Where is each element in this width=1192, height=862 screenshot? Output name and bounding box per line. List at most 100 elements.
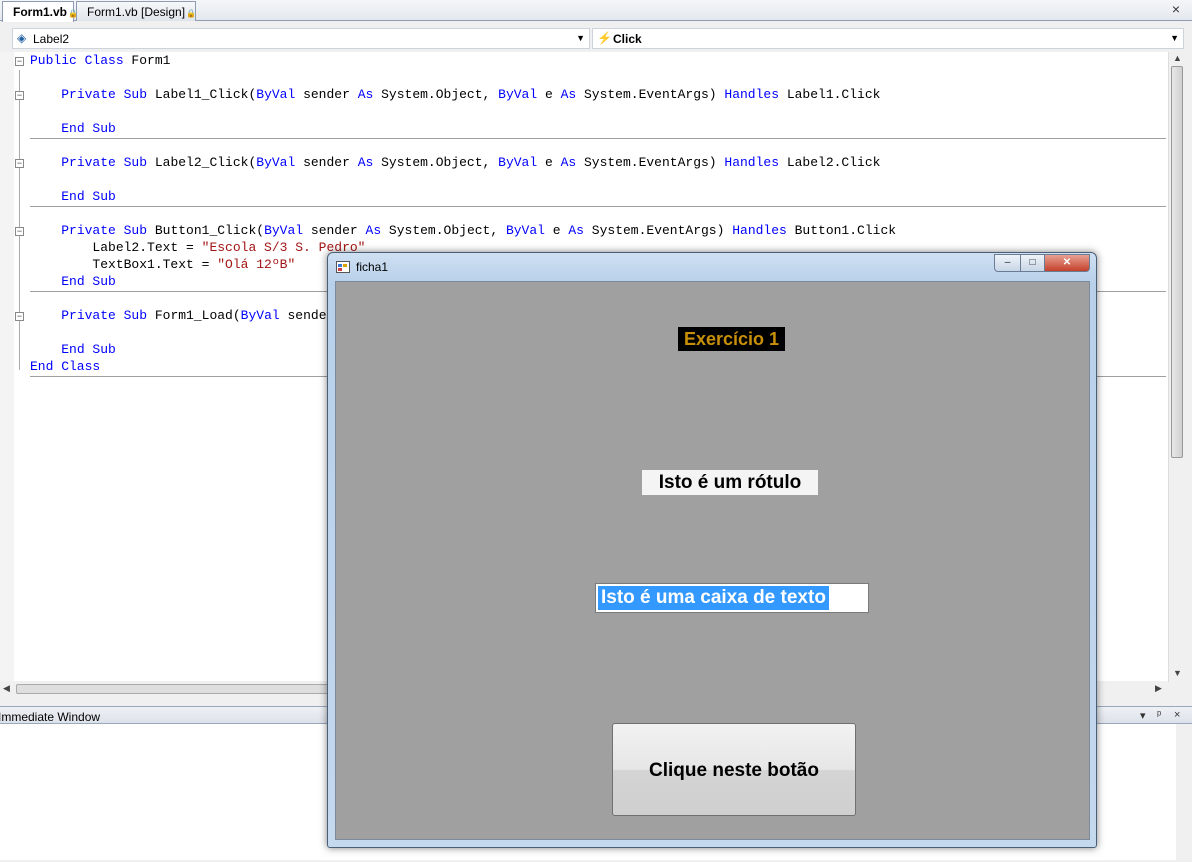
chevron-down-icon[interactable]: ▼ xyxy=(1170,33,1179,43)
code-line[interactable]: End Class xyxy=(30,358,100,375)
code-keyword: ByVal xyxy=(264,223,304,238)
code-text: Label2.Click xyxy=(779,155,881,170)
collapse-icon[interactable]: − xyxy=(15,227,24,236)
collapse-icon[interactable]: − xyxy=(15,159,24,168)
code-keyword: As xyxy=(560,87,577,102)
visual-studio-ide: Form1.vb🔒 Form1.vb [Design]🔒 × ◈ Label2 … xyxy=(0,0,1192,862)
form-window-ficha1[interactable]: ficha1 – □ ✕ Exercício 1 Isto é um rótul… xyxy=(327,252,1097,848)
code-keyword: Public Class xyxy=(30,53,124,68)
form-icon xyxy=(336,261,350,273)
editor-margin xyxy=(0,52,14,682)
lightning-icon: ⚡ xyxy=(597,31,612,45)
code-text: sender xyxy=(295,87,358,102)
code-line[interactable]: Private Sub Button1_Click(ByVal sender A… xyxy=(30,222,896,239)
scroll-up-icon[interactable]: ▲ xyxy=(1173,53,1182,63)
navigation-bar: ◈ Label2 ▼ ⚡ Click ▼ xyxy=(0,28,1192,50)
close-icon[interactable]: × xyxy=(1172,1,1180,17)
code-keyword: End Sub xyxy=(61,121,116,136)
code-text: Form1 xyxy=(123,53,171,68)
code-line[interactable]: End Sub xyxy=(30,341,116,358)
code-text: System.EventArgs) xyxy=(576,155,725,170)
code-keyword: As xyxy=(357,87,374,102)
code-line[interactable]: End Sub xyxy=(30,120,116,137)
event-dropdown[interactable]: ⚡ Click ▼ xyxy=(592,28,1184,49)
pin-icon[interactable]: ᵖ xyxy=(1157,709,1161,721)
code-keyword: End Sub xyxy=(61,189,116,204)
code-line[interactable]: Private Sub Label1_Click(ByVal sender As… xyxy=(30,86,880,103)
code-keyword: Handles xyxy=(732,223,787,238)
code-keyword: End Class xyxy=(30,359,101,374)
code-line[interactable]: End Sub xyxy=(30,273,116,290)
code-text: sende xyxy=(279,308,327,323)
dropdown-icon[interactable]: ▾ xyxy=(1140,709,1146,722)
code-string: "Olá 12ºB" xyxy=(217,257,296,272)
object-dropdown[interactable]: ◈ Label2 ▼ xyxy=(12,28,590,49)
form-window-title: ficha1 xyxy=(356,260,389,274)
code-keyword: ByVal xyxy=(505,223,545,238)
code-text: System.EventArgs) xyxy=(576,87,725,102)
code-text: Label1.Click xyxy=(779,87,881,102)
maximize-button[interactable]: □ xyxy=(1020,254,1045,272)
code-keyword: Private Sub xyxy=(61,223,148,238)
code-keyword: Private Sub xyxy=(61,308,148,323)
minimize-button[interactable]: – xyxy=(994,254,1021,272)
code-keyword: Handles xyxy=(724,155,780,170)
document-tab-strip: Form1.vb🔒 Form1.vb [Design]🔒 × xyxy=(0,0,1192,22)
code-text: System.Object, xyxy=(373,87,499,102)
collapse-icon[interactable]: − xyxy=(15,91,24,100)
scroll-left-icon[interactable]: ◀ xyxy=(3,683,10,694)
code-line[interactable]: Public Class Form1 xyxy=(30,52,170,69)
tab-form1-code[interactable]: Form1.vb🔒 xyxy=(2,1,78,22)
tab-form1-design[interactable]: Form1.vb [Design]🔒 xyxy=(76,1,196,21)
code-text: Label2.Text = xyxy=(30,240,202,255)
scroll-down-icon[interactable]: ▼ xyxy=(1173,668,1182,678)
lock-icon: 🔒 xyxy=(186,9,197,18)
code-keyword: ByVal xyxy=(256,87,296,102)
outline-line xyxy=(19,70,20,370)
code-keyword: Handles xyxy=(724,87,780,102)
textbox-selected-text: Isto é uma caixa de texto xyxy=(598,586,829,610)
code-keyword: Private Sub xyxy=(61,87,148,102)
button1-clique[interactable]: Clique neste botão xyxy=(612,723,856,816)
code-text: e xyxy=(537,87,561,102)
textbox1[interactable]: Isto é uma caixa de texto xyxy=(595,583,869,613)
code-line[interactable]: Label2.Text = "Escola S/3 S. Pedro" xyxy=(30,239,365,256)
tab-label: Form1.vb [Design] xyxy=(87,5,186,19)
code-keyword: ByVal xyxy=(256,155,296,170)
code-text: System.Object, xyxy=(373,155,499,170)
collapse-icon[interactable]: − xyxy=(15,312,24,321)
code-text: System.EventArgs) xyxy=(583,223,733,238)
vertical-scrollbar[interactable]: ▲ ▼ xyxy=(1168,52,1184,682)
control-icon: ◈ xyxy=(17,31,27,45)
scroll-right-icon[interactable]: ▶ xyxy=(1155,683,1162,694)
code-text: Label1_Click( xyxy=(147,87,257,102)
scroll-thumb[interactable] xyxy=(16,684,336,694)
code-text: Label2_Click( xyxy=(147,155,257,170)
form-client-area: Exercício 1 Isto é um rótulo Isto é uma … xyxy=(335,281,1090,840)
chevron-down-icon[interactable]: ▼ xyxy=(576,33,585,43)
code-line[interactable]: Private Sub Label2_Click(ByVal sender As… xyxy=(30,154,880,171)
code-text: System.Object, xyxy=(381,223,506,238)
method-separator xyxy=(30,138,1166,139)
code-line[interactable]: End Sub xyxy=(30,188,116,205)
code-keyword: ByVal xyxy=(498,155,538,170)
code-keyword: End Sub xyxy=(61,274,116,289)
close-button[interactable]: ✕ xyxy=(1044,254,1090,272)
exercise-title-label[interactable]: Exercício 1 xyxy=(678,327,786,351)
collapse-icon[interactable]: − xyxy=(15,57,24,66)
code-text: Button1.Click xyxy=(786,223,897,238)
label2-rotulo[interactable]: Isto é um rótulo xyxy=(642,470,818,495)
event-dropdown-value: Click xyxy=(613,32,642,46)
code-line[interactable]: Private Sub Form1_Load(ByVal sende xyxy=(30,307,327,324)
scroll-thumb[interactable] xyxy=(1171,66,1183,458)
close-icon[interactable]: × xyxy=(1174,709,1180,721)
method-separator xyxy=(30,206,1166,207)
code-line[interactable]: TextBox1.Text = "Olá 12ºB" xyxy=(30,256,295,273)
code-text: sender xyxy=(303,223,366,238)
code-text: sender xyxy=(295,155,358,170)
